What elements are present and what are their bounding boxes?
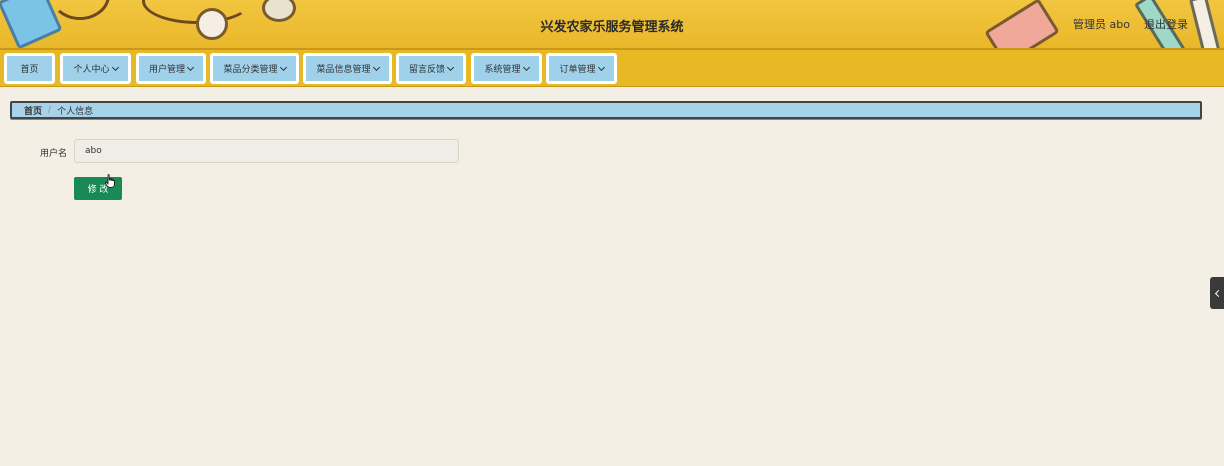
nav-item-label: 个人中心 xyxy=(73,65,110,75)
nav-item-system-management[interactable]: 系统管理 xyxy=(471,53,542,84)
nav-item-dish-category-management[interactable]: 菜品分类管理 xyxy=(210,53,299,84)
breadcrumb-separator: / xyxy=(48,105,52,115)
username-label: 用户名 xyxy=(40,149,68,159)
chevron-down-icon xyxy=(111,63,119,71)
nav-item-label: 系统管理 xyxy=(484,65,521,75)
breadcrumb-home-link[interactable]: 首页 xyxy=(24,104,42,117)
nav-item-label: 订单管理 xyxy=(559,65,596,75)
user-area: 管理员 abo 退出登录 xyxy=(1073,16,1188,32)
chevron-down-icon xyxy=(597,63,605,71)
nav-item-user-management[interactable]: 用户管理 xyxy=(136,53,206,84)
hand-pointer-icon xyxy=(105,174,115,188)
username-input[interactable] xyxy=(74,139,459,163)
current-user-label: 管理员 abo xyxy=(1073,18,1130,31)
chevron-down-icon xyxy=(446,63,455,71)
chevron-down-icon xyxy=(522,63,530,71)
nav-item-dish-info-management[interactable]: 菜品信息管理 xyxy=(303,53,392,84)
breadcrumb-current: 个人信息 xyxy=(57,106,94,117)
nav-item-label: 菜品分类管理 xyxy=(223,65,278,75)
app-title: 兴发农家乐服务管理系统 xyxy=(540,20,684,35)
nav-item-personal-center[interactable]: 个人中心 xyxy=(60,53,131,84)
nav-item-label: 菜品信息管理 xyxy=(316,65,371,75)
nav-item-home[interactable]: 首页 xyxy=(4,53,55,84)
chevron-down-icon xyxy=(186,63,195,71)
nav-item-feedback[interactable]: 留言反馈 xyxy=(396,53,466,84)
page: 兴发农家乐服务管理系统 管理员 abo 退出登录 首页 个人中心 用户管理 菜品… xyxy=(0,0,1224,466)
nav-item-label: 用户管理 xyxy=(148,65,185,75)
breadcrumb: 首页 / 个人信息 xyxy=(10,101,1202,119)
header-banner: 兴发农家乐服务管理系统 管理员 abo 退出登录 xyxy=(0,0,1224,50)
chevron-down-icon xyxy=(372,63,380,71)
nav-item-label: 留言反馈 xyxy=(408,65,445,75)
side-panel-toggle[interactable] xyxy=(1210,277,1224,309)
nav-item-order-management[interactable]: 订单管理 xyxy=(546,53,617,84)
main-navbar: 首页 个人中心 用户管理 菜品分类管理 菜品信息管理 留言反馈 系统管理 订单管… xyxy=(0,50,1224,87)
nav-item-label: 首页 xyxy=(20,65,39,75)
logout-link[interactable]: 退出登录 xyxy=(1144,16,1188,32)
chevron-down-icon xyxy=(279,63,287,71)
chevron-left-icon xyxy=(1214,289,1223,297)
